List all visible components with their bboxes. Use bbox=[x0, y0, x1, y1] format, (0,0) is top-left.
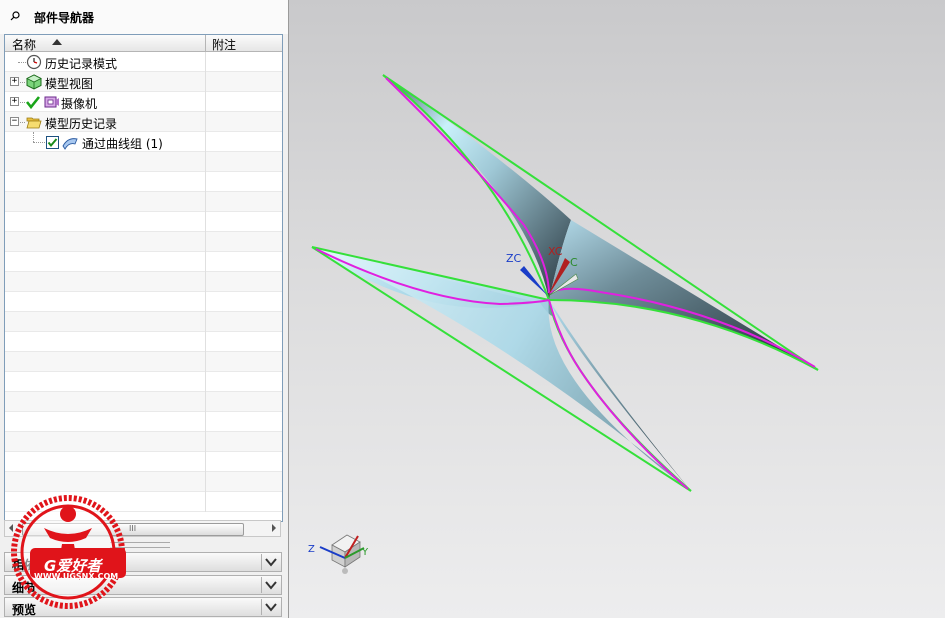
tree-row-through-curves[interactable]: 通过曲线组 (1) bbox=[5, 132, 282, 152]
expand-section-button[interactable] bbox=[261, 599, 280, 615]
expand-plus-icon[interactable]: + bbox=[10, 77, 19, 86]
watermark-url: WWW.UGSNX.COM bbox=[34, 572, 119, 581]
folder-open-icon bbox=[26, 117, 42, 129]
model-canvas[interactable]: ZC XC C Z Y bbox=[289, 0, 945, 618]
expand-plus-icon[interactable]: + bbox=[10, 97, 19, 106]
tree-row-empty bbox=[5, 312, 282, 332]
column-note-header[interactable]: 附注 bbox=[212, 36, 236, 53]
tree-row-empty bbox=[5, 232, 282, 252]
navigator-tree[interactable]: 名称 附注 历史记录模式 + 模型视图 + 摄像机 − 模型历史记录 通过曲线组… bbox=[4, 34, 283, 522]
datum-label-zc: ZC bbox=[506, 252, 522, 265]
expand-section-button[interactable] bbox=[261, 554, 280, 570]
clock-icon bbox=[26, 54, 42, 70]
navigator-header: 部件导航器 bbox=[0, 0, 288, 34]
camera-icon bbox=[44, 96, 59, 108]
datum-label-yc: C bbox=[570, 256, 578, 269]
tree-row-empty bbox=[5, 452, 282, 472]
tree-row-empty bbox=[5, 392, 282, 412]
tree-item-label: 历史记录模式 bbox=[45, 57, 118, 71]
tree-connector bbox=[33, 132, 34, 142]
tree-column-header: 名称 附注 bbox=[5, 35, 282, 52]
through-curves-icon bbox=[62, 138, 78, 150]
tree-connector bbox=[20, 122, 25, 123]
tree-row-empty bbox=[5, 152, 282, 172]
column-divider bbox=[205, 92, 206, 112]
column-divider[interactable] bbox=[205, 35, 206, 51]
tree-row-empty bbox=[5, 352, 282, 372]
column-divider bbox=[205, 72, 206, 92]
chevron-down-icon bbox=[265, 603, 277, 612]
tree-connector bbox=[33, 142, 45, 143]
chevron-down-icon bbox=[265, 558, 277, 567]
tree-row-history-mode[interactable]: 历史记录模式 bbox=[5, 52, 282, 72]
tree-connector bbox=[20, 82, 25, 83]
tree-row-empty bbox=[5, 432, 282, 452]
expand-section-button[interactable] bbox=[261, 577, 280, 593]
column-divider bbox=[205, 112, 206, 132]
tree-row-empty bbox=[5, 292, 282, 312]
surface-upper-wing[interactable] bbox=[383, 75, 571, 300]
collapse-minus-icon[interactable]: − bbox=[10, 117, 19, 126]
tree-row-cameras[interactable]: + 摄像机 bbox=[5, 92, 282, 112]
tree-rows: 历史记录模式 + 模型视图 + 摄像机 − 模型历史记录 通过曲线组 (1) bbox=[5, 52, 282, 512]
feature-checkbox[interactable] bbox=[46, 136, 59, 149]
sort-ascending-icon bbox=[52, 39, 62, 45]
tree-row-empty bbox=[5, 372, 282, 392]
tree-item-label: 通过曲线组 (1) bbox=[82, 137, 163, 151]
triad-label-y: Y bbox=[361, 547, 369, 558]
tree-row-empty bbox=[5, 252, 282, 272]
tree-row-empty bbox=[5, 272, 282, 292]
tree-item-label: 摄像机 bbox=[61, 97, 98, 111]
navigator-title: 部件导航器 bbox=[34, 11, 95, 25]
column-divider bbox=[205, 132, 206, 152]
view-triad-icon: Z Y bbox=[308, 534, 369, 574]
model-view-icon bbox=[26, 74, 42, 90]
column-divider bbox=[205, 52, 206, 72]
datum-label-xc: XC bbox=[548, 245, 563, 258]
tree-row-empty bbox=[5, 332, 282, 352]
tree-row-model-views[interactable]: + 模型视图 bbox=[5, 72, 282, 92]
tree-row-empty bbox=[5, 212, 282, 232]
chevron-down-icon bbox=[265, 581, 277, 590]
tree-item-label: 模型历史记录 bbox=[45, 117, 118, 131]
tree-row-empty bbox=[5, 172, 282, 192]
checkmark-icon bbox=[47, 138, 58, 148]
tree-row-empty bbox=[5, 192, 282, 212]
column-name-header[interactable]: 名称 bbox=[12, 36, 36, 53]
tree-connector bbox=[18, 62, 26, 63]
tree-row-empty bbox=[5, 412, 282, 432]
triad-label-z: Z bbox=[308, 544, 315, 555]
checkmark-icon bbox=[25, 96, 41, 110]
graphics-viewport[interactable]: ZC XC C Z Y bbox=[289, 0, 945, 618]
tree-item-label: 模型视图 bbox=[45, 77, 94, 91]
scroll-right-arrow-icon[interactable] bbox=[272, 524, 276, 532]
ugsnx-watermark-logo bbox=[11, 495, 126, 609]
pin-icon[interactable] bbox=[10, 11, 20, 21]
tree-row-model-history[interactable]: − 模型历史记录 bbox=[5, 112, 282, 132]
